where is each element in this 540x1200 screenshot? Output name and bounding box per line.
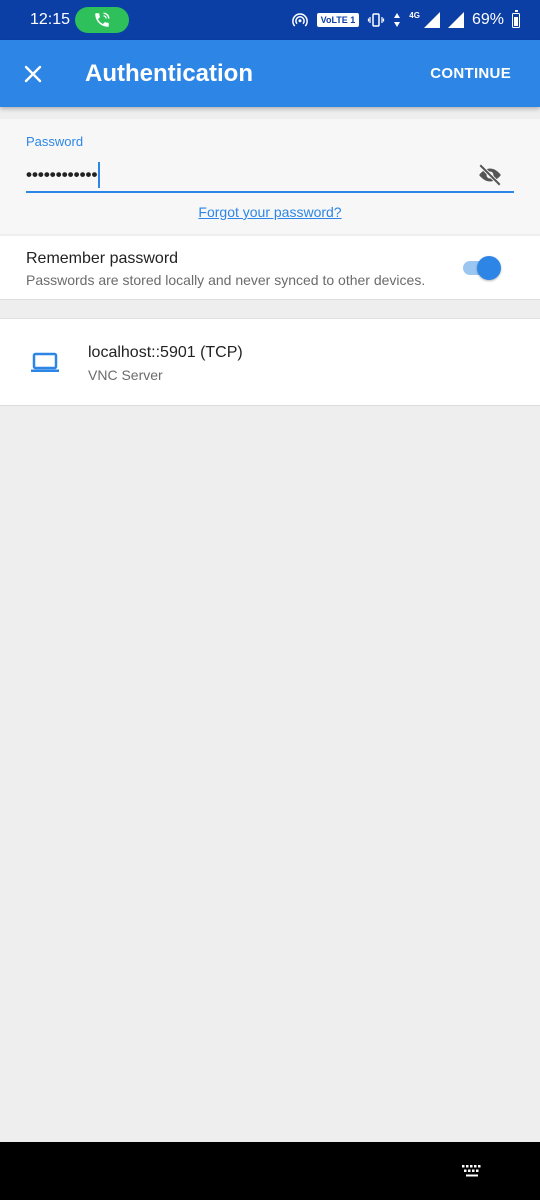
navigation-bar: [0, 1142, 540, 1200]
remember-password-description: Passwords are stored locally and never s…: [26, 272, 426, 288]
text-cursor: [98, 162, 101, 188]
password-field[interactable]: ••••••••••••: [26, 159, 514, 193]
app-bar: Authentication CONTINUE: [0, 40, 540, 107]
network-type: 4G: [409, 10, 420, 20]
vibrate-icon: [368, 13, 385, 27]
page-title: Authentication: [85, 59, 253, 87]
hotspot-icon: [291, 13, 308, 27]
signal-icon: [423, 12, 440, 28]
server-type: VNC Server: [88, 367, 163, 383]
status-icons: VoLTE 1 4G 69%: [291, 9, 520, 29]
eye-off-icon: [478, 163, 502, 187]
toggle-password-visibility-button[interactable]: [476, 161, 504, 189]
remember-password-row[interactable]: Remember password Passwords are stored l…: [0, 236, 540, 300]
battery-percent: 69%: [471, 11, 504, 28]
phone-call-icon: [95, 12, 110, 27]
remember-password-title: Remember password: [26, 250, 179, 267]
toggle-thumb: [477, 256, 501, 280]
password-value[interactable]: ••••••••••••: [26, 165, 97, 185]
server-info-row: localhost::5901 (TCP) VNC Server: [0, 318, 540, 406]
close-icon: [24, 65, 42, 82]
close-button[interactable]: [0, 40, 66, 107]
keyboard-icon[interactable]: [461, 1164, 483, 1178]
status-bar: 12:15 VoLTE 1 4G 69%: [0, 0, 540, 40]
battery-icon: [512, 9, 520, 28]
signal-icon: [447, 12, 464, 28]
password-section: Password •••••••••••• Forgot your passwo…: [0, 119, 540, 234]
forgot-password-link[interactable]: Forgot your password?: [0, 204, 540, 220]
remember-password-toggle[interactable]: [461, 256, 501, 280]
status-time: 12:15: [30, 11, 71, 28]
laptop-icon: [31, 352, 59, 372]
password-label: Password: [26, 134, 84, 149]
continue-button[interactable]: CONTINUE: [430, 65, 511, 82]
ongoing-call-indicator[interactable]: [75, 7, 129, 33]
server-address: localhost::5901 (TCP): [88, 344, 243, 361]
data-arrows-icon: [394, 13, 401, 27]
volte-badge: VoLTE 1: [316, 13, 360, 27]
